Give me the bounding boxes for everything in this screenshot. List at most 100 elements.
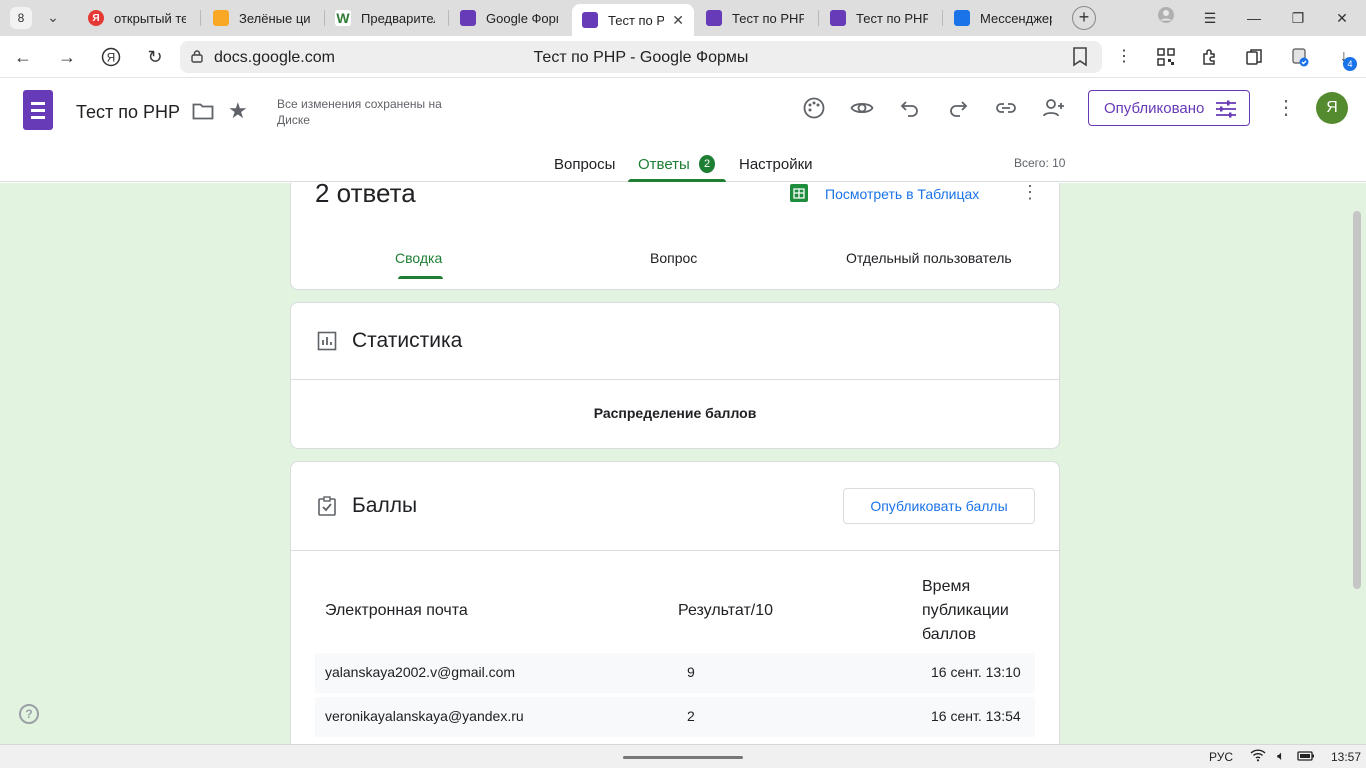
back-icon[interactable]: ← <box>10 44 36 70</box>
divider <box>291 379 1059 380</box>
total-points: Всего: 10 <box>1014 156 1066 170</box>
browser-tab[interactable]: Зелёные циф <box>203 4 321 32</box>
table-row[interactable]: yalanskaya2002.v@gmail.com 9 16 сент. 13… <box>315 653 1035 693</box>
subtab-summary[interactable]: Сводка <box>395 250 442 266</box>
extensions-icon[interactable] <box>1198 45 1222 69</box>
active-subtab-indicator <box>398 276 443 279</box>
browser-tab[interactable]: Тест по PHP <box>696 4 814 32</box>
row-email: veronikayalanskaya@yandex.ru <box>325 708 524 724</box>
column-header-time-line2: публикации <box>922 602 1009 619</box>
responses-count-badge: 2 <box>699 155 715 173</box>
tab-separator <box>942 10 943 26</box>
close-window-icon[interactable]: ✕ <box>1330 6 1354 30</box>
undo-icon[interactable] <box>898 96 922 120</box>
new-tab-button[interactable]: + <box>1072 6 1096 30</box>
browser-tab[interactable]: Я открытый те <box>78 4 196 32</box>
reload-icon[interactable]: ↻ <box>142 44 168 70</box>
folder-icon[interactable] <box>192 102 214 120</box>
forms-icon <box>460 10 476 26</box>
restore-icon[interactable]: ❐ <box>1286 6 1310 30</box>
forward-icon[interactable]: → <box>54 44 80 70</box>
row-time: 16 сент. 13:10 <box>931 664 1021 680</box>
browser-tab-label: Google Форм <box>486 10 558 26</box>
scores-title: Баллы <box>352 494 418 517</box>
avatar[interactable]: Я <box>1316 92 1348 124</box>
redo-icon[interactable] <box>946 96 970 120</box>
row-score: 2 <box>687 708 695 724</box>
menu-icon[interactable]: ☰ <box>1198 6 1222 30</box>
browser-tab-label: Зелёные циф <box>239 10 311 26</box>
keyboard-language[interactable]: РУС <box>1209 750 1233 764</box>
url-host: docs.google.com <box>214 49 335 66</box>
statistics-title: Статистика <box>352 329 463 352</box>
add-collaborator-icon[interactable] <box>1042 96 1066 120</box>
browser-tab-strip: 8 ⌄ Я открытый те Зелёные циф W Предвари… <box>0 0 1366 36</box>
assignment-check-icon <box>318 496 336 516</box>
lock-icon <box>191 50 203 63</box>
browser-tab[interactable]: Мессенджер <box>944 4 1062 32</box>
tab-settings[interactable]: Настройки <box>739 156 813 173</box>
star-icon[interactable]: ★ <box>228 98 248 124</box>
tab-responses[interactable]: Ответы <box>638 156 690 173</box>
tab-separator <box>818 10 819 26</box>
browser-tab[interactable]: Тест по PHP <box>820 4 938 32</box>
browser-tab-label: открытый те <box>114 10 186 26</box>
forms-icon <box>830 10 846 26</box>
home-bar[interactable] <box>623 756 743 759</box>
column-header-time-line1: Время <box>922 578 971 595</box>
qr-icon[interactable] <box>1154 45 1178 69</box>
responses-count-title: 2 ответа <box>315 183 416 208</box>
browser-tab-label: Тест по PHP <box>856 10 928 26</box>
table-row[interactable]: veronikayalanskaya@yandex.ru 2 16 сент. … <box>315 697 1035 737</box>
w-icon: W <box>335 10 351 26</box>
kebab-menu-icon[interactable]: ⋮ <box>1112 45 1136 69</box>
subtab-individual[interactable]: Отдельный пользователь <box>846 250 1012 266</box>
minimize-icon[interactable]: — <box>1242 6 1266 30</box>
browser-tab[interactable]: Google Форм <box>450 4 568 32</box>
collections-icon[interactable] <box>1242 45 1266 69</box>
yandex-icon: Я <box>88 10 104 26</box>
responses-content: 2 ответа Посмотреть в Таблицах ⋮ Сводка … <box>0 183 1366 744</box>
palette-icon[interactable] <box>802 96 826 120</box>
volume-icon[interactable]: 🔈︎ <box>1272 748 1290 764</box>
column-header-time-line3: баллов <box>922 626 976 643</box>
link-icon[interactable] <box>994 96 1018 120</box>
publish-scores-button[interactable]: Опубликовать баллы <box>843 488 1035 524</box>
form-tabs: Вопросы Ответы 2 Настройки Всего: 10 <box>0 150 1366 182</box>
tab-separator <box>448 10 449 26</box>
scores-card: Баллы Опубликовать баллы Электронная поч… <box>290 461 1060 744</box>
divider <box>291 550 1059 551</box>
svg-text:Я: Я <box>107 51 116 65</box>
translate-icon[interactable] <box>1288 45 1312 69</box>
address-bar: ← → Я ↻ docs.google.com Тест по PHP - Go… <box>0 36 1366 78</box>
chevron-down-icon[interactable]: ⌄ <box>42 9 64 27</box>
tab-count-button[interactable]: 8 <box>10 7 32 29</box>
sheets-icon[interactable] <box>790 184 808 202</box>
tab-questions[interactable]: Вопросы <box>554 156 615 173</box>
profile-icon[interactable] <box>1154 6 1178 30</box>
yandex-logo-icon[interactable]: Я <box>98 44 124 70</box>
row-score: 9 <box>687 664 695 680</box>
close-icon[interactable]: ✕ <box>672 12 684 29</box>
battery-icon[interactable] <box>1297 748 1315 764</box>
preview-eye-icon[interactable] <box>850 96 874 120</box>
view-in-sheets-link[interactable]: Посмотреть в Таблицах <box>825 186 979 202</box>
bookmark-icon[interactable] <box>1072 47 1088 67</box>
wifi-icon[interactable] <box>1249 748 1267 764</box>
url-field[interactable]: docs.google.com Тест по PHP - Google Фор… <box>180 41 1102 73</box>
download-count-badge: 4 <box>1343 57 1357 71</box>
form-title[interactable]: Тест по PHP <box>76 102 180 123</box>
save-status: Все изменения сохранены на Диске <box>277 97 442 127</box>
more-options-icon[interactable]: ⋮ <box>1021 183 1039 203</box>
tab-separator <box>200 10 201 26</box>
published-button[interactable]: Опубликовано <box>1088 90 1250 126</box>
help-icon[interactable]: ? <box>19 704 39 724</box>
browser-tab-active[interactable]: Тест по PH ✕ <box>572 4 694 36</box>
more-options-icon[interactable]: ⋮ <box>1276 96 1296 120</box>
browser-tab[interactable]: W Предварител <box>325 4 445 32</box>
row-email: yalanskaya2002.v@gmail.com <box>325 664 516 680</box>
image-icon <box>213 10 229 26</box>
scrollbar[interactable] <box>1353 211 1361 589</box>
forms-logo-icon[interactable] <box>23 90 53 130</box>
subtab-question[interactable]: Вопрос <box>650 250 697 266</box>
